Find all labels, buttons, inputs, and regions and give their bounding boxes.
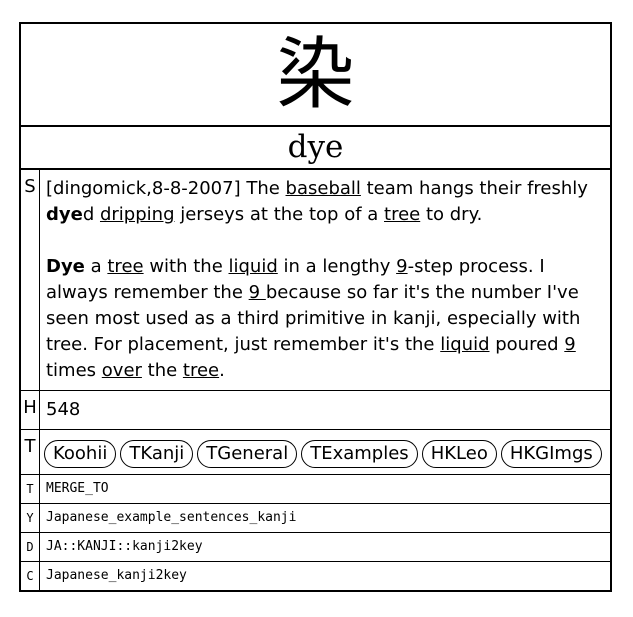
story-link-9[interactable]: 9 — [249, 282, 266, 303]
meta-value: Japanese_example_sentences_kanji — [46, 510, 297, 525]
meta-row-notetype: Y Japanese_example_sentences_kanji — [21, 504, 610, 533]
keyword: dye — [287, 129, 344, 165]
heisig-label: H — [21, 391, 40, 429]
story-row: S [dingomick,8-8-2007] The baseball team… — [21, 170, 610, 391]
links-row: T Koohii TKanji TGeneral TExamples HKLeo… — [21, 430, 610, 475]
story-link-tree[interactable]: tree — [183, 360, 219, 381]
story-text: [dingomick,8-8-2007] The baseball team h… — [40, 170, 610, 390]
story-link-liquid[interactable]: liquid — [440, 334, 489, 355]
meta-label: C — [21, 562, 40, 590]
meta-row-merge: T MERGE_TO — [21, 475, 610, 504]
link-tkanji[interactable]: TKanji — [120, 440, 194, 468]
heisig-row: H 548 — [21, 391, 610, 430]
story-link-dripping[interactable]: dripping — [100, 204, 175, 225]
links-label: T — [21, 430, 40, 474]
links-container: Koohii TKanji TGeneral TExamples HKLeo H… — [40, 430, 602, 474]
story-link-baseball[interactable]: baseball — [286, 178, 361, 199]
kanji-card: 染 dye S [dingomick,8-8-2007] The basebal… — [19, 22, 612, 592]
meta-row-card: C Japanese_kanji2key — [21, 562, 610, 590]
meta-row-deck: D JA::KANJI::kanji2key — [21, 533, 610, 562]
story-link-9[interactable]: 9 — [396, 256, 407, 277]
story-label: S — [21, 170, 40, 390]
meta-value: JA::KANJI::kanji2key — [46, 539, 203, 554]
link-hkleo[interactable]: HKLeo — [421, 440, 497, 468]
meta-value: Japanese_kanji2key — [46, 568, 187, 583]
link-hkgimgs[interactable]: HKGImgs — [500, 440, 602, 468]
story-link-tree[interactable]: tree — [107, 256, 143, 277]
story-link-liquid[interactable]: liquid — [229, 256, 278, 277]
link-texamples[interactable]: TExamples — [301, 440, 418, 468]
story-paragraph-1: [dingomick,8-8-2007] The baseball team h… — [46, 178, 588, 225]
story-paragraph-2: Dye a tree with the liquid in a lengthy … — [46, 256, 581, 381]
keyword-header: dye — [21, 127, 610, 170]
story-link-tree[interactable]: tree — [384, 204, 420, 225]
meta-label: Y — [21, 504, 40, 532]
link-tgeneral[interactable]: TGeneral — [197, 440, 298, 468]
heisig-number: 548 — [46, 399, 81, 420]
kanji-character: 染 — [276, 29, 355, 120]
story-link-9[interactable]: 9 — [564, 334, 575, 355]
kanji-header: 染 — [21, 24, 610, 127]
story-link-over[interactable]: over — [102, 360, 142, 381]
meta-value: MERGE_TO — [46, 481, 109, 496]
meta-label: D — [21, 533, 40, 561]
meta-label: T — [21, 475, 40, 503]
link-koohii[interactable]: Koohii — [44, 440, 117, 468]
